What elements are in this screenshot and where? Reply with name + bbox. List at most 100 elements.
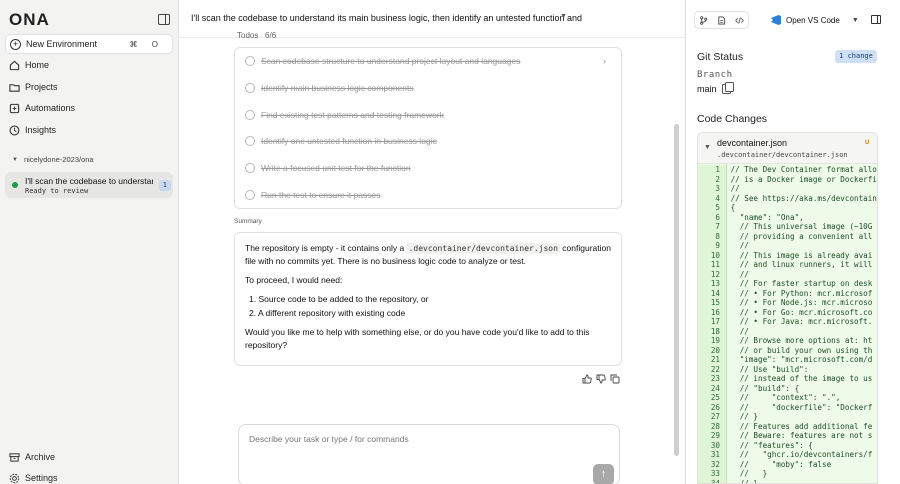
code-text: // • For Python: mcr.microsof [726,288,873,298]
sidebar-item-automations[interactable]: Automations [9,101,75,115]
sidebar-item-insights[interactable]: Insights [9,123,56,137]
todos-label: Todos 6/6 [237,31,277,40]
app-logo: ONA [9,10,50,29]
environment-status: Ready to review [25,187,89,195]
line-number: 15 [698,298,726,308]
line-number: 34 [698,478,726,483]
open-vscode-button[interactable]: Open VS Code ▼ [771,11,861,29]
line-number: 23 [698,374,726,384]
prompt-input[interactable] [249,434,549,444]
code-text: // Use "build": [726,364,809,374]
line-number: 25 [698,393,726,403]
code-view[interactable]: 1 // The Dev Container format allow 2 // … [698,164,877,484]
sidebar: ONA + New Environment ⌘ O Home Projects … [0,0,179,484]
code-line: 32 // "moby": false [698,459,877,469]
code-line: 29 // Beware: features are not s [698,431,877,441]
new-environment-button[interactable]: + New Environment ⌘ O [5,34,173,54]
todo-list: Scan codebase structure to understand pr… [234,47,622,209]
code-text: // For faster startup on desk [726,279,873,288]
line-number: 2 [698,174,726,184]
checkbox-circle-icon [245,136,255,146]
code-text: // [726,241,749,250]
code-text: // instead of the image to us [726,374,873,383]
sidebar-item-archive[interactable]: Archive [9,450,55,464]
line-number: 31 [698,450,726,460]
folder-icon [9,83,20,92]
line-number: 24 [698,383,726,393]
insights-icon [9,125,20,135]
line-number: 7 [698,222,726,232]
checkbox-circle-icon [245,163,255,173]
git-branch-icon[interactable] [699,15,708,25]
sidebar-item-settings[interactable]: Settings [9,471,58,484]
todo-item: Find existing test patterns and testing … [245,108,444,122]
code-icon[interactable] [734,16,744,25]
line-number: 28 [698,421,726,431]
sidebar-item-home[interactable]: Home [9,58,49,72]
todo-item: Scan codebase structure to understand pr… [245,54,520,68]
code-line: 17 // • For Java: mcr.microsoft. [698,317,877,327]
sidebar-toggle-icon[interactable] [158,14,170,25]
line-number: 18 [698,326,726,336]
file-icon[interactable] [717,15,726,25]
summary-paragraph: The repository is empty - it contains on… [245,243,611,266]
code-text: // Browse more options at: ht [726,336,873,345]
project-group-header[interactable]: ▼ nicelydone-2023/ona [12,155,94,164]
code-text: { [726,203,736,212]
thumbs-down-icon[interactable] [596,374,606,384]
environment-card[interactable]: I'll scan the codebase to understand its… [5,172,173,198]
code-text: // "features": { [726,440,813,450]
automation-icon [9,103,20,113]
chevron-down-icon[interactable]: ▼ [560,13,567,20]
code-line: 31 // "ghcr.io/devcontainers/f [698,450,877,460]
code-line: 33 // } [698,469,877,479]
line-number: 16 [698,307,726,317]
code-line: 15 // • For Node.js: mcr.microso [698,298,877,308]
file-path: .devcontainer/devcontainer.json [717,151,848,159]
code-text: // and linux runners, it will [726,260,873,269]
send-button[interactable]: ↑ [593,464,614,484]
code-line: 22 // Use "build": [698,364,877,374]
line-number: 4 [698,193,726,203]
code-text: // Features add additional fe [726,421,873,431]
code-text: // This universal image (~10G [726,222,873,231]
code-text: "image": "mcr.microsoft.com/d [726,355,873,364]
chevron-down-icon: ▼ [851,16,859,24]
line-number: 30 [698,440,726,450]
line-number: 29 [698,431,726,441]
line-number: 1 [698,165,726,175]
code-line: 13 // For faster startup on desk [698,279,877,289]
code-line: 23 // instead of the image to us [698,374,877,384]
code-text: // "build": { [726,383,800,393]
code-line: 1 // The Dev Container format allow [698,165,877,175]
copy-icon[interactable] [722,82,734,94]
checkbox-circle-icon [245,83,255,93]
code-line: 14 // • For Python: mcr.microsof [698,288,877,298]
code-line: 19 // Browse more options at: ht [698,336,877,346]
sidebar-item-projects[interactable]: Projects [9,80,58,94]
code-text: // } [726,478,759,484]
arrow-up-icon: ↑ [600,468,607,480]
chevron-right-icon[interactable]: › [603,56,606,66]
thumbs-up-icon[interactable] [582,374,592,384]
status-dot [12,182,18,188]
right-panel: Open VS Code ▼ Git Status 1 change Branc… [685,0,900,484]
sidebar-item-label: Archive [25,452,56,462]
code-text: // or build your own using th [726,345,873,355]
sidebar-item-label: Projects [25,82,58,92]
code-text: // • For Go: mcr.microsoft.co [726,307,873,317]
conversation-title: I'll scan the codebase to understand its… [191,13,582,23]
panel-toggle-icon[interactable] [871,15,881,24]
copy-icon[interactable] [610,374,620,384]
line-number: 13 [698,279,726,289]
file-diff-header[interactable]: ▼ devcontainer.json .devcontainer/devcon… [698,133,877,164]
file-status-badge: U [865,140,870,146]
code-line: 34 // } [698,478,877,484]
branch-name: main [697,84,717,94]
code-line: 8 // providing a convenient all [698,231,877,241]
file-name: devcontainer.json [717,138,788,148]
code-line: 10 // This image is already avai [698,250,877,260]
scrollbar[interactable] [674,124,679,456]
todos-count: 6/6 [265,31,277,40]
line-number: 21 [698,355,726,365]
